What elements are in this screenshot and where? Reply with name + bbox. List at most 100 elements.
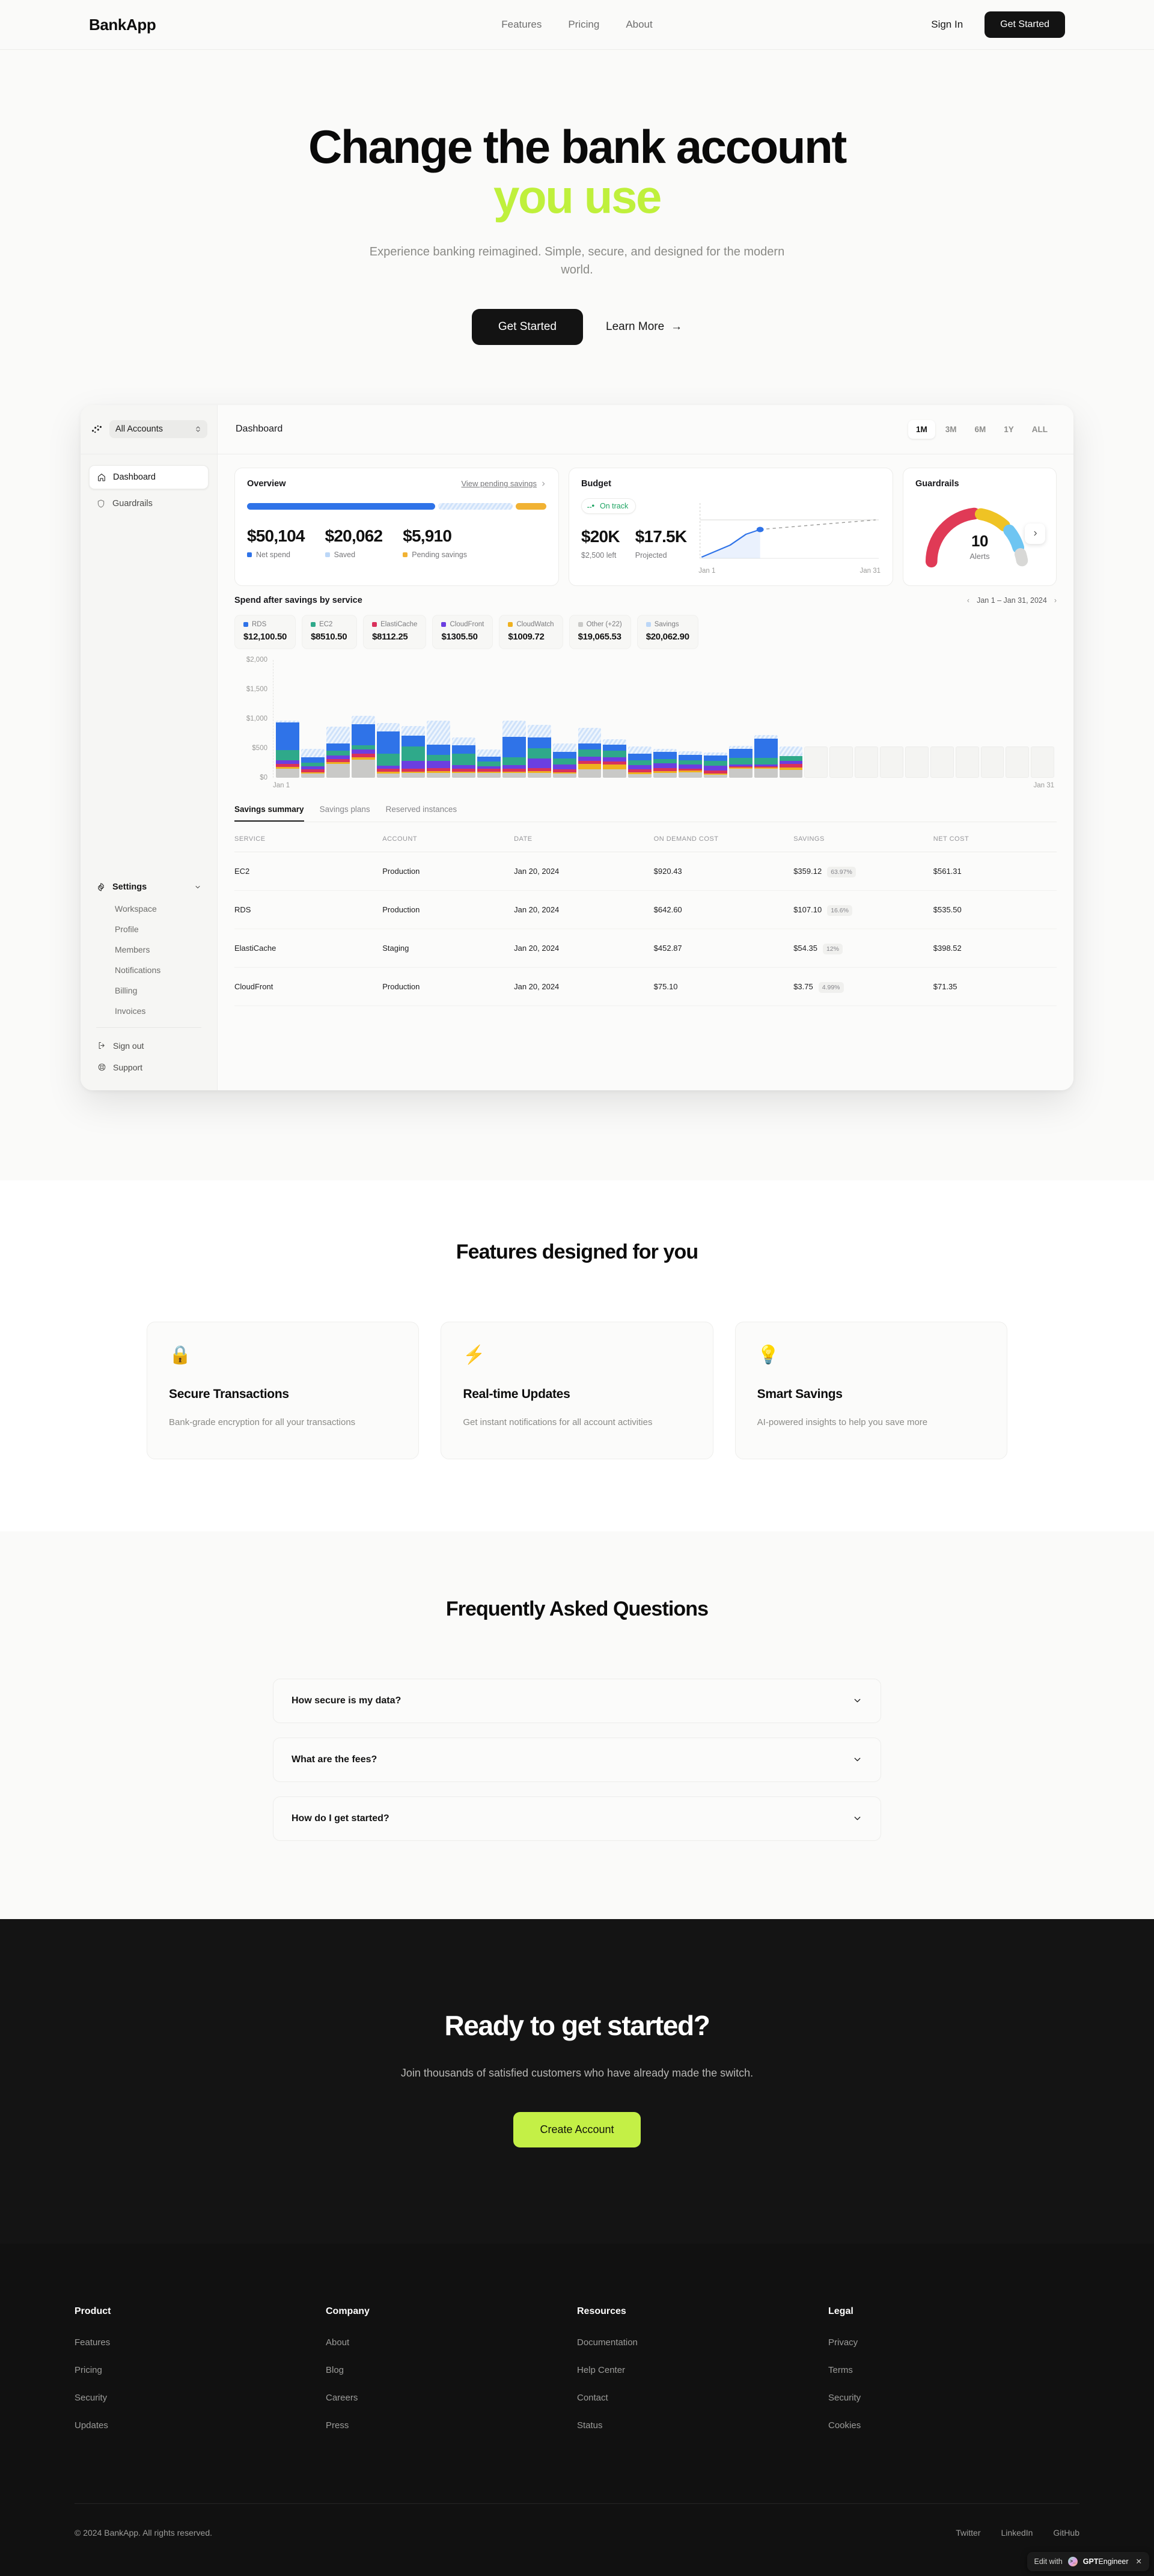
nav-link-pricing[interactable]: Pricing bbox=[568, 19, 599, 31]
range-1m[interactable]: 1M bbox=[908, 420, 935, 439]
chart-bar[interactable] bbox=[679, 751, 702, 778]
sidebar-item-dashboard[interactable]: Dashboard bbox=[89, 465, 209, 489]
footer-link[interactable]: Status bbox=[577, 2420, 603, 2431]
chart-bar[interactable] bbox=[301, 749, 325, 778]
settings-item-members[interactable]: Members bbox=[89, 939, 209, 960]
chart-bar[interactable] bbox=[552, 743, 576, 778]
chart-bar[interactable] bbox=[401, 726, 426, 778]
chart-bar[interactable] bbox=[829, 746, 853, 778]
chart-bar[interactable] bbox=[905, 746, 929, 778]
chart-bar[interactable] bbox=[653, 748, 677, 778]
chevron-left-icon[interactable]: ‹ bbox=[967, 596, 969, 605]
footer-link[interactable]: Security bbox=[75, 2393, 107, 2403]
range-all[interactable]: ALL bbox=[1024, 420, 1055, 439]
chart-bar[interactable] bbox=[930, 746, 954, 778]
settings-item-workspace[interactable]: Workspace bbox=[89, 899, 209, 919]
faq-item-fees[interactable]: What are the fees? bbox=[273, 1737, 881, 1782]
nav-link-features[interactable]: Features bbox=[501, 19, 542, 31]
chart-bar[interactable] bbox=[1031, 746, 1055, 778]
tab-savings-plans[interactable]: Savings plans bbox=[320, 805, 370, 822]
chart-bar[interactable] bbox=[855, 746, 878, 778]
sidebar-item-settings[interactable]: Settings bbox=[89, 876, 209, 899]
range-3m[interactable]: 3M bbox=[938, 420, 965, 439]
footer-link[interactable]: Updates bbox=[75, 2420, 108, 2431]
chart-bar[interactable] bbox=[527, 725, 551, 778]
footer-link[interactable]: Blog bbox=[326, 2365, 344, 2375]
footer-link[interactable]: Careers bbox=[326, 2393, 358, 2403]
footer-link[interactable]: Pricing bbox=[75, 2365, 102, 2375]
chart-bar[interactable] bbox=[326, 727, 350, 778]
range-1y[interactable]: 1Y bbox=[996, 420, 1022, 439]
footer-link[interactable]: Features bbox=[75, 2337, 110, 2348]
legend-chip-elasticache[interactable]: ElastiCache $8112.25 bbox=[363, 614, 427, 649]
sidebar-item-guardrails[interactable]: Guardrails bbox=[89, 492, 209, 515]
sidebar-item-support[interactable]: Support bbox=[96, 1057, 201, 1078]
hero-get-started-button[interactable]: Get Started bbox=[471, 308, 583, 345]
settings-item-invoices[interactable]: Invoices bbox=[89, 1001, 209, 1021]
footer-link[interactable]: Documentation bbox=[577, 2337, 638, 2348]
sign-in-link[interactable]: Sign In bbox=[931, 19, 963, 31]
chart-bar[interactable] bbox=[728, 745, 753, 778]
chart-bar[interactable] bbox=[427, 721, 451, 778]
footer-link[interactable]: Cookies bbox=[828, 2420, 861, 2431]
legend-chip-rds[interactable]: RDS $12,100.50 bbox=[234, 614, 296, 649]
chart-bar[interactable] bbox=[578, 728, 602, 778]
legend-chip-savings[interactable]: Savings $20,062.90 bbox=[637, 614, 698, 649]
tab-reserved-instances[interactable]: Reserved instances bbox=[386, 805, 457, 822]
chart-bar[interactable] bbox=[779, 746, 803, 778]
chart-bar[interactable] bbox=[980, 746, 1004, 778]
social-link-linkedin[interactable]: LinkedIn bbox=[1001, 2528, 1033, 2538]
social-link-github[interactable]: GitHub bbox=[1053, 2528, 1079, 2538]
settings-item-notifications[interactable]: Notifications bbox=[89, 960, 209, 980]
chart-bar[interactable] bbox=[376, 723, 400, 778]
table-row[interactable]: EC2 Production Jan 20, 2024 $920.43 $359… bbox=[234, 852, 1057, 891]
footer-link[interactable]: Privacy bbox=[828, 2337, 858, 2348]
range-6m[interactable]: 6M bbox=[966, 420, 994, 439]
legend-chip-cloudfront[interactable]: CloudFront $1305.50 bbox=[432, 614, 493, 649]
nav-link-about[interactable]: About bbox=[626, 19, 652, 31]
chart-bar[interactable] bbox=[276, 720, 299, 778]
chart-bar[interactable] bbox=[804, 746, 828, 778]
brand-logo[interactable]: BankApp bbox=[89, 16, 156, 34]
chart-bar[interactable] bbox=[955, 746, 979, 778]
legend-chip-ec2[interactable]: EC2 $8510.50 bbox=[302, 614, 358, 649]
chart-bar[interactable] bbox=[477, 749, 501, 778]
footer-link[interactable]: Contact bbox=[577, 2393, 608, 2403]
table-row[interactable]: ElastiCache Staging Jan 20, 2024 $452.87… bbox=[234, 929, 1057, 968]
view-pending-savings-link[interactable]: View pending savings bbox=[461, 479, 546, 488]
learn-more-link[interactable]: Learn More → bbox=[606, 320, 682, 334]
settings-item-profile[interactable]: Profile bbox=[89, 919, 209, 939]
chart-bar[interactable] bbox=[452, 737, 475, 778]
chart-bar[interactable] bbox=[754, 735, 778, 778]
chart-bar[interactable] bbox=[880, 746, 903, 778]
legend-chip-cloudwatch[interactable]: CloudWatch $1009.72 bbox=[499, 614, 563, 649]
account-switcher-pill[interactable]: All Accounts bbox=[109, 420, 207, 439]
create-account-button[interactable]: Create Account bbox=[513, 2111, 641, 2147]
faq-item-security[interactable]: How secure is my data? bbox=[273, 1678, 881, 1723]
chart-bar[interactable] bbox=[502, 721, 526, 778]
chart-bar[interactable] bbox=[1006, 746, 1030, 778]
tab-savings-summary[interactable]: Savings summary bbox=[234, 805, 304, 822]
sidebar-item-sign-out[interactable]: Sign out bbox=[96, 1035, 201, 1057]
footer-link[interactable]: Help Center bbox=[577, 2365, 625, 2375]
faq-item-get-started[interactable]: How do I get started? bbox=[273, 1796, 881, 1841]
chart-bar[interactable] bbox=[603, 739, 627, 778]
chevron-right-icon[interactable]: › bbox=[1054, 596, 1057, 605]
account-switcher[interactable]: All Accounts bbox=[81, 405, 217, 454]
footer-link[interactable]: About bbox=[326, 2337, 349, 2348]
table-row[interactable]: CloudFront Production Jan 20, 2024 $75.1… bbox=[234, 967, 1057, 1006]
table-row[interactable]: RDS Production Jan 20, 2024 $642.60 $107… bbox=[234, 890, 1057, 929]
gpt-engineer-badge[interactable]: Edit with >_ GPTEngineer ✕ bbox=[1027, 2551, 1149, 2571]
legend-chip-other[interactable]: Other (+22) $19,065.53 bbox=[569, 614, 631, 649]
close-icon[interactable]: ✕ bbox=[1136, 2557, 1142, 2566]
chart-bar[interactable] bbox=[628, 746, 652, 778]
chart-bar[interactable] bbox=[703, 752, 727, 778]
chart-bar[interactable] bbox=[351, 716, 375, 778]
settings-item-billing[interactable]: Billing bbox=[89, 980, 209, 1001]
footer-link[interactable]: Security bbox=[828, 2393, 861, 2403]
footer-link[interactable]: Press bbox=[326, 2420, 349, 2431]
header-get-started-button[interactable]: Get Started bbox=[985, 11, 1065, 38]
social-link-twitter[interactable]: Twitter bbox=[956, 2528, 980, 2538]
guardrails-next-button[interactable] bbox=[1025, 523, 1045, 544]
footer-link[interactable]: Terms bbox=[828, 2365, 853, 2375]
